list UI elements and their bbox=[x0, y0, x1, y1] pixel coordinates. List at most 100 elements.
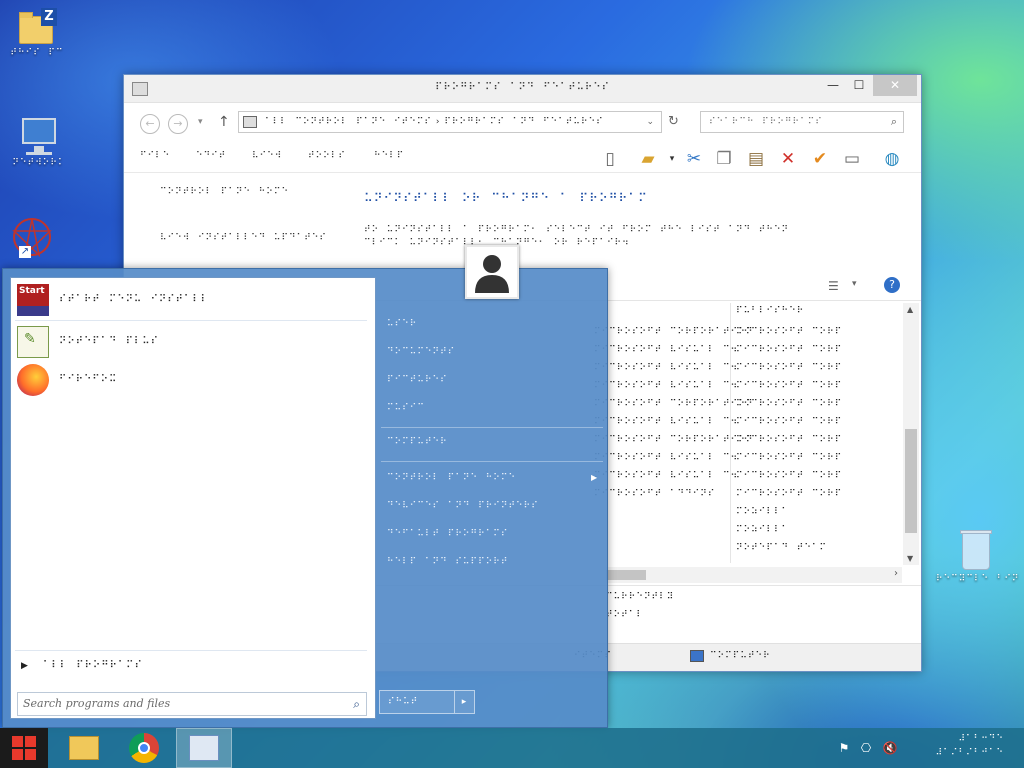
back-button[interactable]: ← bbox=[140, 114, 160, 134]
program-item[interactable]: Start ⠎⠞⠁⠗⠞⠀⠍⠑⠝⠥⠀⠊⠝⠎⠞⠁⠇⠇ bbox=[15, 282, 371, 316]
program-item[interactable]: ✎ ⠝⠕⠞⠑⠏⠁⠙⠀⠏⠇⠥⠎ bbox=[15, 324, 371, 358]
start-link-user[interactable]: ⠥⠎⠑⠗ bbox=[387, 319, 417, 329]
program-label: ⠝⠕⠞⠑⠏⠁⠙⠀⠏⠇⠥⠎ bbox=[59, 336, 159, 347]
maximize-button[interactable]: ☐ bbox=[845, 75, 873, 96]
page-description-line1: ⠞⠕⠀⠥⠝⠊⠝⠎⠞⠁⠇⠇⠀⠁⠀⠏⠗⠕⠛⠗⠁⠍⠂⠀⠎⠑⠇⠑⠉⠞⠀⠊⠞⠀⠋⠗⠕⠍⠀⠞… bbox=[364, 225, 790, 235]
props-control-panel-home[interactable]: ⠉⠕⠝⠞⠗⠕⠇⠀⠏⠁⠝⠑⠀⠓⠕⠍⠑ bbox=[160, 187, 310, 197]
window-titlebar[interactable]: ⠏⠗⠕⠛⠗⠁⠍⠎⠀⠁⠝⠙⠀⠋⠑⠁⠞⠥⠗⠑⠎ — ☐ ✕ bbox=[124, 75, 921, 103]
search-input[interactable]: ⠎⠑⠁⠗⠉⠓⠀⠏⠗⠕⠛⠗⠁⠍⠎ ⌕ bbox=[700, 111, 904, 133]
desktop-icon-network[interactable]: ⠝⠑⠞⠺⠕⠗⠅ bbox=[2, 116, 76, 169]
start-link-computer[interactable]: ⠉⠕⠍⠏⠥⠞⠑⠗ bbox=[387, 437, 448, 447]
flag-icon[interactable]: ⚑ bbox=[836, 740, 852, 756]
chevron-down-icon[interactable]: ▾ bbox=[660, 147, 684, 171]
triangle-right-icon: ▶ bbox=[21, 661, 29, 671]
minimize-button[interactable]: — bbox=[819, 75, 847, 96]
paste-icon[interactable]: ▤ bbox=[744, 147, 768, 171]
forward-button[interactable]: → bbox=[168, 114, 188, 134]
scroll-right-icon[interactable]: › bbox=[894, 568, 898, 579]
start-link-devices[interactable]: ⠙⠑⠧⠊⠉⠑⠎⠀⠁⠝⠙⠀⠏⠗⠊⠝⠞⠑⠗⠎ bbox=[387, 501, 539, 511]
search-placeholder: ⠎⠑⠁⠗⠉⠓⠀⠏⠗⠕⠛⠗⠁⠍⠎ bbox=[709, 117, 823, 127]
shutdown-label: ⠎⠓⠥⠞ bbox=[388, 697, 419, 707]
address-toolbar: ← → ▾ ↑ ⠁⠇⠇⠀⠉⠕⠝⠞⠗⠕⠇⠀⠏⠁⠝⠑⠀⠊⠞⠑⠍⠎ › ⠏⠗⠕⠛⠗⠁⠍… bbox=[124, 109, 921, 137]
delete-icon[interactable]: ✕ bbox=[776, 147, 800, 171]
taskbar-control-panel[interactable] bbox=[176, 728, 232, 768]
shutdown-button[interactable]: ⠎⠓⠥⠞ ▸ bbox=[379, 690, 475, 714]
desktop-icon-shortcut[interactable]: ↗ bbox=[2, 214, 62, 260]
view-options-icon[interactable]: ☰ bbox=[828, 279, 839, 293]
folder-icon[interactable]: ▰ bbox=[636, 147, 660, 171]
user-icon bbox=[467, 247, 517, 297]
desktop-icon-folder[interactable]: Z ⠞⠓⠊⠎⠀⠏⠉ bbox=[0, 6, 74, 59]
start-menu-app-icon: Start bbox=[17, 284, 49, 316]
start-link-pictures[interactable]: ⠏⠊⠉⠞⠥⠗⠑⠎ bbox=[387, 375, 448, 385]
recycle-bin-icon bbox=[956, 528, 996, 572]
refresh-icon[interactable]: ↻ bbox=[668, 114, 686, 129]
page-heading: ⠥⠝⠊⠝⠎⠞⠁⠇⠇⠀⠕⠗⠀⠉⠓⠁⠝⠛⠑⠀⠁⠀⠏⠗⠕⠛⠗⠁⠍ bbox=[364, 191, 648, 205]
computer-icon bbox=[16, 116, 62, 156]
details-line1: ⠉⠥⠗⠗⠑⠝⠞⠇⠽ bbox=[606, 592, 675, 602]
vertical-scrollbar[interactable]: ▲ ▼ bbox=[903, 303, 919, 565]
cut-icon[interactable]: ✂ bbox=[682, 147, 706, 171]
program-item[interactable]: ⠋⠊⠗⠑⠋⠕⠭ bbox=[15, 362, 371, 396]
menu-edit[interactable]: ⠑⠙⠊⠞ bbox=[196, 151, 226, 161]
start-link-documents[interactable]: ⠙⠕⠉⠥⠍⠑⠝⠞⠎ bbox=[387, 347, 455, 357]
start-link-control-panel[interactable]: ⠉⠕⠝⠞⠗⠕⠇⠀⠏⠁⠝⠑⠀⠓⠕⠍⠑ bbox=[387, 473, 516, 483]
taskbar-chrome[interactable] bbox=[116, 728, 172, 768]
clock[interactable]: ⠼⠁⠃⠒⠙⠑ ⠼⠁⠌⠃⠌⠃⠚⠁⠑ bbox=[936, 732, 1004, 760]
folder-icon bbox=[69, 736, 99, 760]
check-icon[interactable]: ✔ bbox=[808, 147, 832, 171]
chevron-down-icon[interactable]: ⌄ bbox=[646, 112, 655, 132]
help-icon[interactable]: ? bbox=[884, 277, 900, 293]
props-installed-updates[interactable]: ⠧⠊⠑⠺⠀⠊⠝⠎⠞⠁⠇⠇⠑⠙⠀⠥⠏⠙⠁⠞⠑⠎ bbox=[160, 233, 326, 243]
globe-icon[interactable]: ◍ bbox=[880, 147, 904, 171]
network-icon[interactable]: ⎔ bbox=[858, 740, 874, 756]
start-menu-app-icon-text: Start bbox=[19, 286, 45, 296]
search-icon[interactable]: ⌕ bbox=[353, 693, 360, 715]
taskbar-file-explorer[interactable] bbox=[56, 728, 112, 768]
close-button[interactable]: ✕ bbox=[873, 75, 917, 96]
horizontal-scrollbar[interactable]: › bbox=[606, 567, 902, 583]
address-input[interactable]: ⠁⠇⠇⠀⠉⠕⠝⠞⠗⠕⠇⠀⠏⠁⠝⠑⠀⠊⠞⠑⠍⠎ › ⠏⠗⠕⠛⠗⠁⠍⠎⠀⠁⠝⠙⠀⠋⠑… bbox=[238, 111, 662, 133]
status-computer: ⠉⠕⠍⠏⠥⠞⠑⠗ bbox=[710, 651, 771, 661]
window-title: ⠏⠗⠕⠛⠗⠁⠍⠎⠀⠁⠝⠙⠀⠋⠑⠁⠞⠥⠗⠑⠎ bbox=[435, 82, 610, 93]
search-icon[interactable]: ⌕ bbox=[891, 112, 898, 132]
start-search-input[interactable]: Search programs and files ⌕ bbox=[17, 692, 367, 716]
windows-logo-icon bbox=[12, 736, 36, 760]
desktop-icon-label: ⠞⠓⠊⠎⠀⠏⠉ bbox=[10, 48, 64, 58]
start-link-default-programs[interactable]: ⠙⠑⠋⠁⠥⠇⠞⠀⠏⠗⠕⠛⠗⠁⠍⠎ bbox=[387, 529, 508, 539]
start-link-music[interactable]: ⠍⠥⠎⠊⠉ bbox=[387, 403, 425, 413]
scroll-down-icon[interactable]: ▼ bbox=[907, 554, 913, 563]
menu-view[interactable]: ⠧⠊⠑⠺ bbox=[252, 151, 282, 161]
computer-icon bbox=[690, 650, 704, 662]
scroll-thumb[interactable] bbox=[606, 570, 646, 580]
properties-icon[interactable]: ▭ bbox=[840, 147, 864, 171]
start-link-help[interactable]: ⠓⠑⠇⠏⠀⠁⠝⠙⠀⠎⠥⠏⠏⠕⠗⠞ bbox=[387, 557, 508, 567]
start-programs-pane: Start ⠎⠞⠁⠗⠞⠀⠍⠑⠝⠥⠀⠊⠝⠎⠞⠁⠇⠇ ✎ ⠝⠕⠞⠑⠏⠁⠙⠀⠏⠇⠥⠎ … bbox=[10, 277, 376, 719]
preview-pane-icon[interactable]: ▯ bbox=[598, 147, 622, 171]
scroll-thumb[interactable] bbox=[905, 429, 917, 533]
separator bbox=[381, 461, 603, 462]
copy-icon[interactable]: ❐ bbox=[712, 147, 736, 171]
menu-help[interactable]: ⠓⠑⠇⠏ bbox=[374, 151, 404, 161]
recent-locations-icon[interactable]: ▾ bbox=[198, 117, 203, 127]
red-star-icon: ↗ bbox=[9, 214, 55, 260]
shutdown-options-icon[interactable]: ▸ bbox=[454, 691, 474, 713]
chrome-icon bbox=[129, 733, 159, 763]
volume-muted-icon[interactable]: 🔇 bbox=[882, 740, 898, 756]
desktop-icon-label: ⠝⠑⠞⠺⠕⠗⠅ bbox=[12, 158, 66, 168]
shortcut-arrow-icon: ↗ bbox=[19, 246, 31, 258]
start-button[interactable] bbox=[0, 728, 48, 768]
chevron-down-icon[interactable]: ▾ bbox=[852, 279, 857, 289]
program-label: ⠋⠊⠗⠑⠋⠕⠭ bbox=[59, 374, 118, 385]
start-menu[interactable]: Start ⠎⠞⠁⠗⠞⠀⠍⠑⠝⠥⠀⠊⠝⠎⠞⠁⠇⠇ ✎ ⠝⠕⠞⠑⠏⠁⠙⠀⠏⠇⠥⠎ … bbox=[2, 245, 608, 728]
menu-tools[interactable]: ⠞⠕⠕⠇⠎ bbox=[308, 151, 346, 161]
scroll-up-icon[interactable]: ▲ bbox=[907, 305, 913, 314]
all-programs-button[interactable]: ▶ ⠁⠇⠇⠀⠏⠗⠕⠛⠗⠁⠍⠎ bbox=[21, 660, 143, 671]
taskbar: ⚑ ⎔ 🔇 ⠼⠁⠃⠒⠙⠑ ⠼⠁⠌⠃⠌⠃⠚⠁⠑ bbox=[0, 728, 1024, 768]
program-label: ⠎⠞⠁⠗⠞⠀⠍⠑⠝⠥⠀⠊⠝⠎⠞⠁⠇⠇ bbox=[59, 294, 209, 305]
search-placeholder: Search programs and files bbox=[23, 697, 171, 710]
up-arrow-icon[interactable]: ↑ bbox=[218, 114, 230, 130]
desktop-icon-recycle-bin[interactable]: ⠗⠑⠉⠽⠉⠇⠑⠀⠃⠊⠝ bbox=[936, 528, 1019, 585]
menu-file[interactable]: ⠋⠊⠇⠑ bbox=[140, 151, 170, 161]
user-avatar[interactable] bbox=[465, 245, 519, 299]
